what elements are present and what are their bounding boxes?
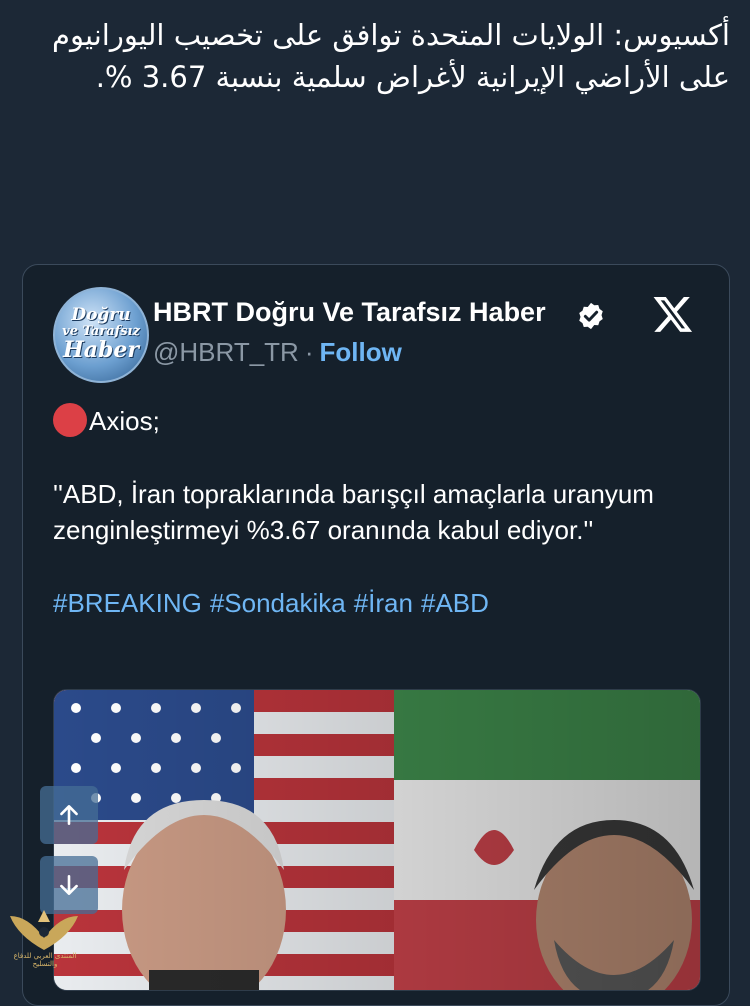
flags-portrait-image	[54, 690, 700, 990]
source-text: Axios;	[89, 406, 160, 436]
avatar-logo-line-1: Doğru	[71, 305, 131, 325]
quoted-post-card[interactable]: Doğru ve Tarafsız Haber HBRT Doğru Ve Ta…	[22, 264, 730, 1006]
verified-badge-icon	[579, 302, 603, 330]
x-logo-icon[interactable]	[651, 293, 695, 335]
hashtag-link[interactable]: #İran	[354, 588, 413, 618]
watermark-text: المنتدى العربي للدفاع والتسليح	[13, 952, 77, 968]
source-line: Axios;	[53, 403, 703, 439]
separator-dot: ·	[304, 337, 314, 367]
hashtag-link[interactable]: #Sondakika	[210, 588, 346, 618]
hashtag-link[interactable]: #ABD	[421, 588, 489, 618]
hashtag-link[interactable]: #BREAKING	[53, 588, 202, 618]
author-avatar[interactable]: Doğru ve Tarafsız Haber	[53, 287, 149, 383]
post-body: Axios; ''ABD, İran topraklarında barışçı…	[53, 403, 703, 621]
arrow-up-icon	[60, 805, 78, 825]
red-circle-icon	[53, 403, 87, 437]
hashtag-row: #BREAKING #Sondakika #İran #ABD	[53, 585, 703, 621]
avatar-logo-line-3: Haber	[62, 337, 139, 363]
tweet-text: أكسيوس: الولايات المتحدة توافق على تخصيب…	[52, 18, 730, 94]
arrow-down-icon	[60, 875, 78, 895]
follow-link[interactable]: Follow	[320, 337, 402, 367]
post-image[interactable]	[53, 689, 701, 991]
handle-row: @HBRT_TR · Follow	[153, 337, 402, 368]
quoted-statement: ''ABD, İran topraklarında barışçıl amaçl…	[53, 479, 654, 545]
author-name[interactable]: HBRT Doğru Ve Tarafsız Haber	[153, 297, 546, 328]
scroll-up-button[interactable]	[40, 786, 98, 844]
author-handle[interactable]: @HBRT_TR	[153, 337, 299, 367]
